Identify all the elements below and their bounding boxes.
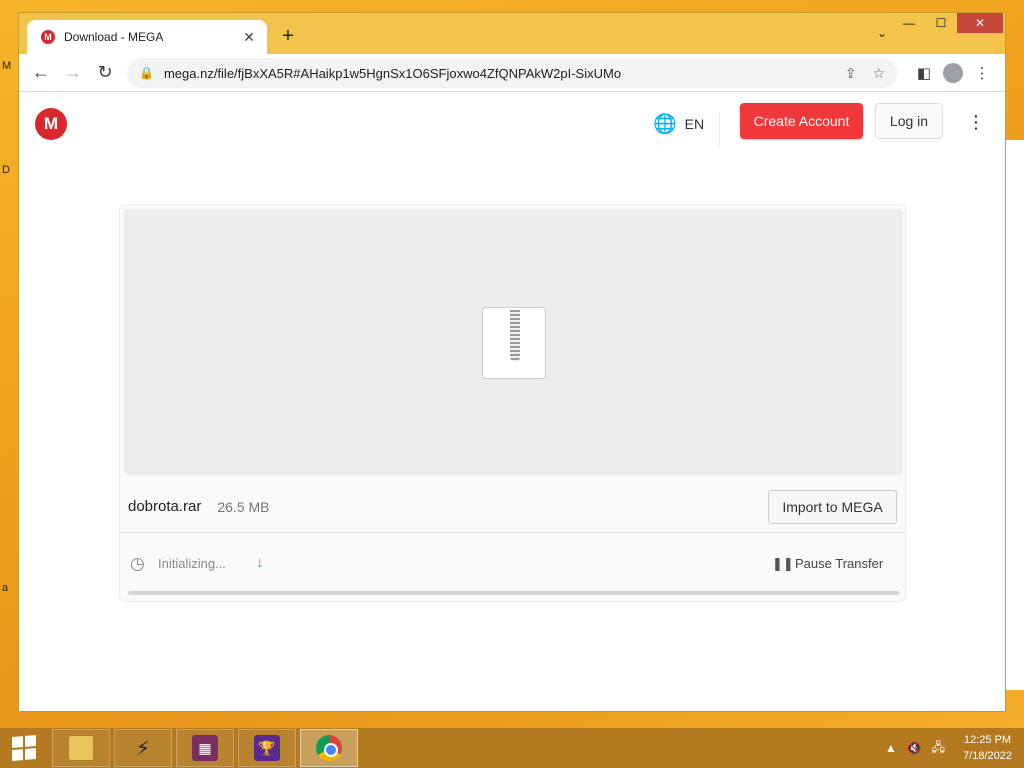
file-name: dobrota.rar bbox=[128, 498, 202, 515]
background-window[interactable] bbox=[1004, 140, 1024, 690]
import-to-mega-button[interactable]: Import to MEGA bbox=[768, 490, 897, 524]
mega-favicon-icon: M bbox=[41, 30, 55, 44]
file-preview bbox=[124, 209, 903, 475]
mega-logo[interactable]: M bbox=[35, 108, 67, 140]
lock-icon[interactable]: 🔒 bbox=[139, 66, 154, 80]
download-card: dobrota.rar 26.5 MB Import to MEGA ◷ Ini… bbox=[119, 204, 906, 602]
window-controls: — ☐ ✕ bbox=[893, 13, 1003, 33]
transfer-status-row: ◷ Initializing... ↓ ❚❚ Pause Transfer bbox=[120, 534, 905, 594]
taskbar-winrar[interactable]: ▦ bbox=[176, 729, 234, 767]
taskbar-clock[interactable]: 12:25 PM 7/18/2022 bbox=[963, 732, 1012, 764]
clock-time: 12:25 PM bbox=[963, 734, 1012, 746]
create-account-button[interactable]: Create Account bbox=[740, 103, 863, 139]
clock-date: 7/18/2022 bbox=[963, 750, 1012, 762]
file-size: 26.5 MB bbox=[217, 498, 270, 515]
close-tab-icon[interactable]: ✕ bbox=[241, 29, 257, 46]
tab-search-chevron-icon[interactable]: ⌄ bbox=[877, 26, 887, 40]
clock-icon: ◷ bbox=[130, 554, 145, 573]
transfer-status-text: Initializing... bbox=[158, 556, 226, 571]
browser-window: M Download - MEGA ✕ + ⌄ — ☐ ✕ ← → ↻ 🔒 me… bbox=[18, 12, 1006, 712]
minimize-button[interactable]: — bbox=[893, 13, 925, 33]
archive-file-icon bbox=[482, 307, 546, 379]
browser-toolbar: ← → ↻ 🔒 mega.nz/file/fjBxXA5R#AHaikp1w5H… bbox=[19, 54, 1005, 92]
reload-button[interactable]: ↻ bbox=[89, 57, 121, 89]
profile-avatar-icon[interactable] bbox=[943, 63, 963, 83]
show-hidden-icons-chevron-icon[interactable]: ▲ bbox=[885, 741, 897, 755]
file-info-row: dobrota.rar 26.5 MB Import to MEGA bbox=[120, 481, 905, 533]
desktop-edge-letter: D bbox=[2, 164, 10, 176]
header-divider bbox=[719, 112, 720, 148]
maximize-button[interactable]: ☐ bbox=[925, 13, 957, 33]
bookmark-star-icon[interactable]: ☆ bbox=[872, 65, 885, 82]
address-bar[interactable]: 🔒 mega.nz/file/fjBxXA5R#AHaikp1w5HgnSx1O… bbox=[127, 58, 897, 88]
chrome-icon bbox=[316, 735, 342, 761]
trophy-icon: 🏆 bbox=[254, 735, 280, 761]
taskbar-winamp[interactable]: ⚡ bbox=[114, 729, 172, 767]
back-button[interactable]: ← bbox=[25, 57, 57, 89]
start-button[interactable] bbox=[0, 728, 48, 768]
desktop-edge-letter: a bbox=[2, 582, 9, 594]
progress-bar bbox=[128, 591, 899, 595]
winamp-icon: ⚡ bbox=[135, 737, 151, 760]
title-bar: M Download - MEGA ✕ + ⌄ — ☐ ✕ bbox=[19, 13, 1005, 54]
tab-download-mega[interactable]: M Download - MEGA ✕ bbox=[27, 20, 267, 54]
taskbar: ⚡ ▦ 🏆 ▲ 🔇 🖧 12:25 PM 7/18/2022 bbox=[0, 728, 1024, 768]
globe-icon: 🌐 bbox=[653, 114, 677, 135]
language-selector[interactable]: 🌐 EN bbox=[653, 112, 704, 136]
zipper-icon bbox=[510, 310, 520, 362]
side-panel-icon[interactable]: ◧ bbox=[911, 58, 937, 88]
pause-icon[interactable]: ❚❚ bbox=[772, 556, 794, 572]
mega-page: M 🌐 EN Create Account Log in ⋮ dobrota.r… bbox=[19, 92, 1005, 711]
system-tray: ▲ 🔇 🖧 12:25 PM 7/18/2022 bbox=[885, 728, 1012, 768]
volume-muted-icon[interactable]: 🔇 bbox=[907, 741, 922, 755]
network-icon[interactable]: 🖧 bbox=[932, 738, 945, 759]
login-button[interactable]: Log in bbox=[875, 103, 943, 139]
share-icon[interactable]: ⇪ bbox=[845, 65, 857, 82]
tab-title: Download - MEGA bbox=[64, 30, 164, 44]
folder-icon bbox=[68, 735, 94, 761]
winrar-icon: ▦ bbox=[192, 735, 218, 761]
new-tab-button[interactable]: + bbox=[277, 25, 299, 47]
taskbar-file-explorer[interactable] bbox=[52, 729, 110, 767]
desktop-edge-letter: M bbox=[2, 60, 12, 72]
url-text[interactable]: mega.nz/file/fjBxXA5R#AHaikp1w5HgnSx1O6S… bbox=[164, 66, 829, 81]
windows-logo-icon bbox=[12, 734, 36, 762]
taskbar-chrome[interactable] bbox=[300, 729, 358, 767]
close-window-button[interactable]: ✕ bbox=[957, 13, 1003, 33]
browser-menu-icon[interactable]: ⋮ bbox=[969, 58, 995, 88]
taskbar-trophy-app[interactable]: 🏆 bbox=[238, 729, 296, 767]
more-menu-icon[interactable]: ⋮ bbox=[967, 112, 985, 133]
language-label: EN bbox=[684, 116, 705, 132]
download-arrow-icon: ↓ bbox=[256, 554, 264, 571]
pause-transfer-button[interactable]: Pause Transfer bbox=[795, 556, 883, 571]
toolbar-right: ◧ ⋮ bbox=[911, 58, 995, 88]
forward-button[interactable]: → bbox=[57, 57, 89, 89]
